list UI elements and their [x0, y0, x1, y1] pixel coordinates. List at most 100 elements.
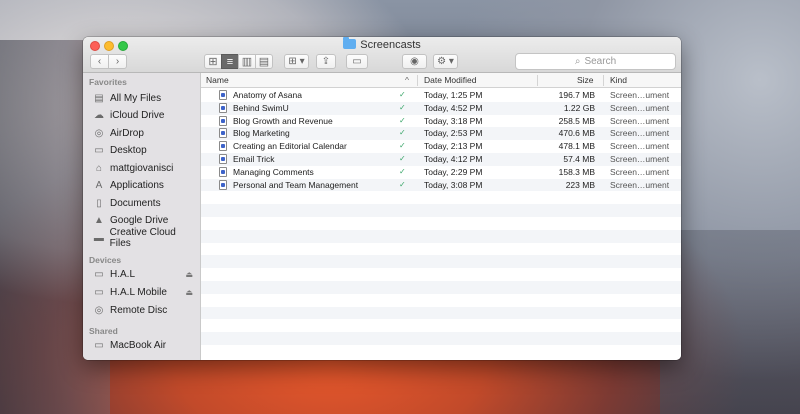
file-size: 223 MB: [565, 179, 595, 190]
search-icon: ⌕: [574, 56, 581, 67]
empty-row: [201, 280, 681, 294]
back-button[interactable]: ‹: [90, 54, 109, 69]
share-icon: ⇪: [321, 56, 331, 67]
sidebar-item-label: mattgiovanisci: [110, 162, 174, 174]
file-date: Today, 3:18 PM: [424, 115, 483, 126]
empty-row: [201, 255, 681, 269]
column-header: Name ^ Date Modified Size Kind: [201, 73, 681, 88]
sidebar-item-creative-cloud-files[interactable]: ▬ Creative Cloud Files: [93, 227, 197, 249]
tag-icon: ▭: [352, 56, 362, 67]
empty-row: [201, 268, 681, 281]
table-row[interactable]: Creating an Editorial Calendar ✓ Today, 2:…: [201, 140, 681, 153]
file-kind: Screen…ument: [610, 166, 670, 177]
sidebar-item-label: H.A.L Mobile: [110, 286, 167, 298]
sidebar-heading-shared: Shared: [89, 326, 118, 336]
column-view-button[interactable]: ▥: [238, 54, 256, 69]
table-row[interactable]: Blog Growth and Revenue ✓ Today, 3:18 PM 25…: [201, 115, 681, 128]
action-button[interactable]: ⚙ ▾: [433, 54, 458, 69]
search-placeholder: Search: [584, 56, 617, 67]
checkmark-icon: ✓: [399, 141, 406, 151]
table-row[interactable]: Blog Marketing ✓ Today, 2:53 PM 470.6 MB Scr…: [201, 127, 681, 141]
disk-icon: ▭: [94, 268, 104, 280]
checkmark-icon: ✓: [399, 102, 406, 112]
eject-icon[interactable]: ⏏: [185, 270, 193, 279]
sidebar-item-mattgiovanisci[interactable]: ⌂ mattgiovanisci: [93, 160, 197, 176]
file-name: Anatomy of Asana: [233, 90, 302, 100]
file-kind: Screen…ument: [610, 90, 670, 100]
file-kind: Screen…ument: [610, 179, 670, 190]
checkmark-icon: ✓: [399, 90, 406, 99]
file-rows: Anatomy of Asana ✓ Today, 1:25 PM 196.7 MB S…: [201, 89, 681, 358]
google-drive-icon: ▲: [94, 215, 104, 226]
file-date: Today, 2:13 PM: [424, 141, 483, 152]
table-row[interactable]: Behind SwimU ✓ Today, 4:52 PM 1.22 GB Screen…: [201, 101, 681, 115]
share-button[interactable]: ⇪: [316, 54, 336, 69]
home-icon: ⌂: [95, 162, 103, 174]
column-date-modified[interactable]: Date Modified: [424, 75, 476, 85]
empty-row: [201, 204, 681, 217]
file-date: Today, 1:25 PM: [424, 90, 483, 100]
wallpaper-rock-right: [660, 230, 800, 414]
quicklook-button[interactable]: ◉: [402, 54, 427, 69]
sidebar-heading-devices: Devices: [89, 255, 122, 265]
all-files-icon: ▤: [94, 92, 104, 104]
sidebar-item-icloud-drive[interactable]: ☁ iCloud Drive: [93, 108, 197, 124]
table-row[interactable]: Email Trick ✓ Today, 4:12 PM 57.4 MB Screen……: [201, 152, 681, 166]
empty-row: [201, 217, 681, 230]
sidebar-item-all-my-files[interactable]: ▤ All My Files: [93, 90, 197, 106]
coverflow-view-button[interactable]: ▤: [255, 54, 273, 69]
empty-row: [201, 319, 681, 332]
empty-row: [201, 243, 681, 256]
column-kind[interactable]: Kind: [610, 75, 627, 85]
chevron-left-icon: ‹: [97, 56, 102, 67]
sidebar-item-macbook-air[interactable]: ▭ MacBook Air: [93, 337, 197, 353]
sidebar-item-documents[interactable]: ▯ Documents: [93, 195, 197, 211]
sidebar-item-airdrop[interactable]: ◎ AirDrop: [93, 125, 197, 141]
file-kind: Screen…ument: [610, 102, 670, 113]
grid-icon: ⊞: [208, 56, 218, 68]
sidebar-item-label: Creative Cloud Files: [109, 227, 176, 249]
file-name: Managing Comments: [233, 166, 314, 177]
table-row[interactable]: Personal and Team Management ✓ Today, 3:08…: [201, 178, 681, 192]
empty-row: [201, 332, 681, 345]
sidebar-item-remote-disc[interactable]: ◎ Remote Disc: [93, 302, 197, 318]
icon-view-button[interactable]: ⊞: [204, 54, 222, 69]
file-size: 196.7 MB: [558, 90, 595, 100]
tag-button[interactable]: ▭: [346, 54, 368, 69]
movie-file-icon: [219, 128, 227, 139]
sidebar-item-h-a-l-mobile[interactable]: ▭ H.A.L Mobile ⏏: [93, 284, 197, 300]
arrange-icon: ⊞ ▾: [288, 56, 305, 67]
file-date: Today, 4:52 PM: [424, 102, 483, 113]
sidebar: Favorites ▤ All My Files ☁ iCloud Drive ◎ Air…: [83, 73, 201, 360]
eject-icon[interactable]: ⏏: [185, 288, 193, 297]
file-name: Email Trick: [233, 153, 275, 164]
search-field[interactable]: ⌕ Search: [515, 53, 676, 70]
arrange-button[interactable]: ⊞ ▾: [284, 54, 309, 69]
movie-file-icon: [219, 166, 227, 177]
forward-button[interactable]: ›: [108, 54, 127, 69]
laptop-icon: ▭: [94, 339, 104, 351]
list-view-button[interactable]: ≡: [221, 54, 239, 69]
checkmark-icon: ✓: [399, 128, 406, 138]
file-date: Today, 4:12 PM: [424, 153, 483, 164]
sidebar-item-h-a-l[interactable]: ▭ H.A.L ⏏: [93, 266, 197, 282]
table-row[interactable]: Managing Comments ✓ Today, 2:29 PM 158.3 MB…: [201, 166, 681, 179]
file-name: Personal and Team Management: [233, 179, 359, 190]
table-row[interactable]: Anatomy of Asana ✓ Today, 1:25 PM 196.7 MB S…: [201, 89, 681, 102]
sidebar-item-label: All My Files: [110, 92, 162, 104]
movie-file-icon: [219, 102, 227, 113]
file-size: 158.3 MB: [558, 166, 595, 177]
disk-icon: ▭: [94, 286, 104, 298]
documents-icon: ▯: [96, 197, 102, 209]
empty-row: [201, 191, 681, 204]
column-name[interactable]: Name: [206, 75, 229, 85]
window-title: Screencasts: [83, 37, 681, 51]
sidebar-heading-favorites: Favorites: [89, 77, 127, 87]
sidebar-item-label: MacBook Air: [110, 339, 167, 351]
sidebar-item-desktop[interactable]: ▭ Desktop: [93, 143, 197, 159]
chevron-right-icon: ›: [115, 56, 120, 67]
column-size[interactable]: Size: [577, 75, 594, 85]
sidebar-item-applications[interactable]: A Applications: [93, 178, 197, 194]
sidebar-item-label: Desktop: [110, 145, 147, 156]
sidebar-item-label: Google Drive: [110, 215, 169, 226]
